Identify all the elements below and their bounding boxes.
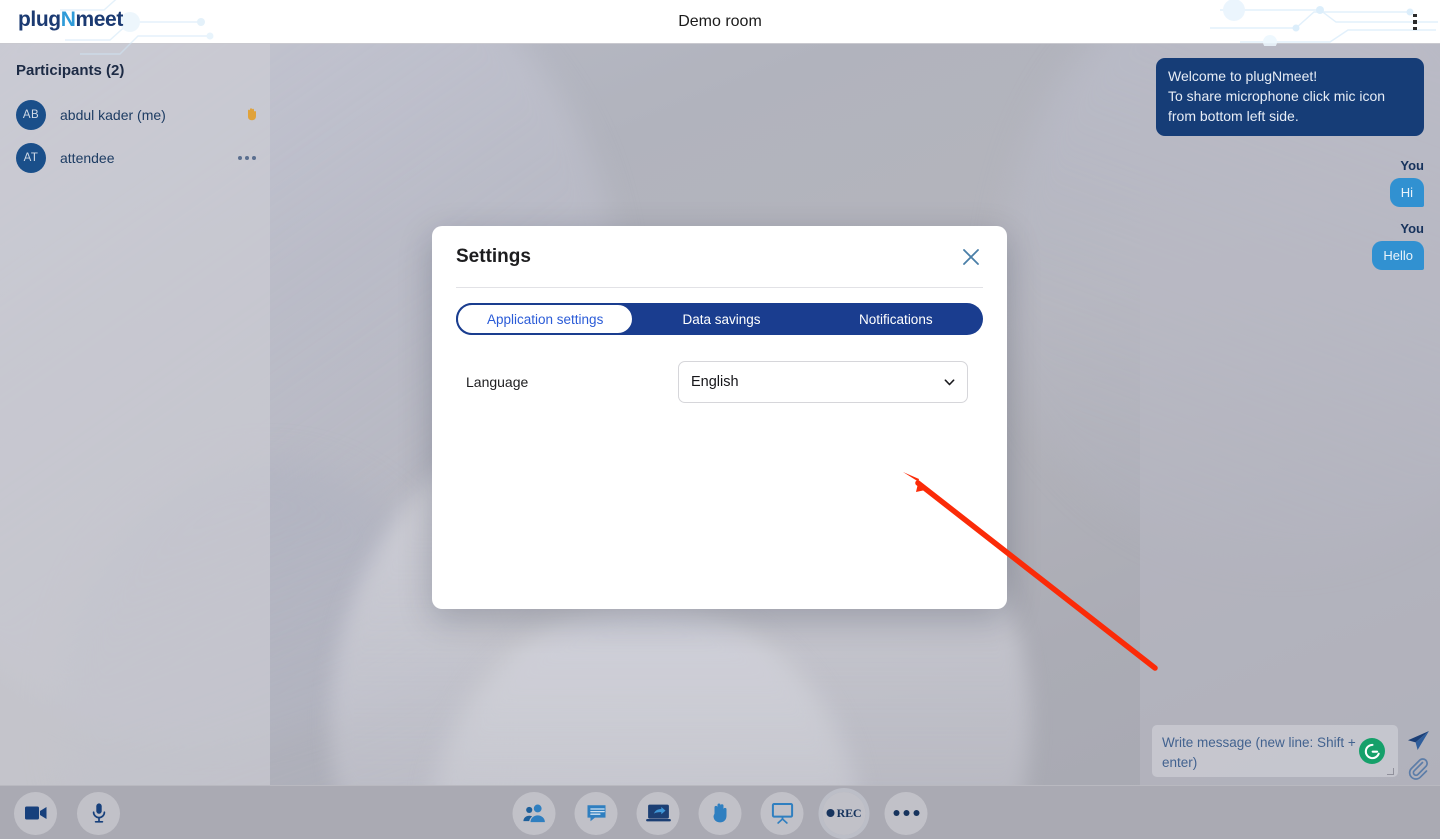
modal-title: Settings [456, 245, 531, 267]
bottom-toolbar: REC [0, 785, 1440, 839]
send-arrow-icon[interactable] [1404, 728, 1432, 754]
whiteboard-icon [771, 803, 793, 824]
screenshare-button[interactable] [636, 791, 680, 835]
dot [252, 155, 256, 160]
toolbar-center-group: REC [512, 786, 928, 839]
raise-hand-glyph [248, 107, 256, 120]
record-label: REC [836, 805, 862, 820]
tab-application-settings[interactable]: Application settings [456, 303, 635, 335]
language-select-wrapper: English [678, 361, 968, 403]
message-bubble: Hello [1372, 240, 1424, 270]
participant-actions [236, 150, 258, 166]
participant-row[interactable]: AT attendee [0, 136, 270, 179]
modal-header: Settings [456, 226, 983, 288]
tab-notifications[interactable]: Notifications [809, 303, 983, 335]
dot [1413, 20, 1417, 24]
record-button[interactable]: REC [822, 791, 866, 835]
language-row: Language English [466, 361, 983, 403]
participant-name: attendee [60, 149, 115, 166]
toolbar-left-group [14, 786, 120, 839]
whiteboard-button[interactable] [760, 791, 804, 835]
settings-modal: Settings Application settings Data savin… [432, 226, 1007, 609]
microphone-button[interactable] [77, 791, 120, 835]
chat-panel: Welcome to plugNmeet! To share microphon… [1140, 44, 1440, 785]
dot [893, 810, 899, 816]
language-label: Language [466, 374, 529, 390]
send-glyph [1408, 731, 1429, 750]
app-header: plugNmeet Demo room [0, 0, 1440, 55]
chat-message: You Hello [1156, 221, 1424, 270]
avatar: AT [16, 142, 46, 173]
dot [1413, 26, 1417, 31]
room-title: Demo room [678, 13, 762, 30]
more-button[interactable] [884, 791, 928, 835]
participants-list: AB abdul kader (me) AT attendee [0, 93, 270, 179]
participants-button[interactable] [512, 791, 556, 835]
record-label-group: REC [826, 805, 862, 821]
raise-hand-icon [713, 803, 726, 823]
video-camera-icon [24, 806, 46, 820]
chat-message: You Hi [1156, 158, 1424, 207]
paperclip-glyph [1408, 758, 1428, 780]
dot [903, 810, 909, 816]
grammarly-glyph [1364, 743, 1380, 759]
message-bubble: Hi [1389, 177, 1424, 207]
record-dot-icon [826, 809, 835, 817]
more-options-icon[interactable] [236, 150, 258, 166]
dot [245, 155, 249, 160]
avatar: AB [16, 99, 46, 130]
ellipsis-icon [893, 810, 919, 816]
chat-message-list: Welcome to plugNmeet! To share microphon… [1140, 44, 1440, 716]
vertical-dots-icon[interactable] [1402, 8, 1428, 36]
screen-share-icon [645, 804, 671, 822]
webcam-button[interactable] [14, 791, 57, 835]
dot [1413, 13, 1417, 18]
close-x-icon[interactable] [957, 243, 985, 271]
paperclip-icon[interactable] [1406, 756, 1430, 780]
language-select[interactable]: English [678, 361, 968, 403]
tab-data-savings[interactable]: Data savings [634, 303, 808, 335]
system-message: Welcome to plugNmeet! To share microphon… [1156, 58, 1424, 136]
participant-actions [245, 107, 258, 123]
chat-bubble-icon [587, 805, 605, 822]
grammarly-icon[interactable] [1359, 738, 1385, 764]
system-message-line: Welcome to plugNmeet! [1168, 68, 1318, 84]
system-message-line: from bottom left side. [1168, 107, 1299, 124]
chat-button[interactable] [574, 791, 618, 835]
participant-row[interactable]: AB abdul kader (me) [0, 93, 270, 136]
message-author: You [1400, 220, 1424, 236]
raise-hand-button[interactable] [698, 791, 742, 835]
participant-name: abdul kader (me) [60, 106, 166, 123]
settings-body: Language English [432, 335, 1007, 403]
message-author: You [1400, 157, 1424, 173]
dot [238, 155, 242, 160]
settings-tabs: Application settings Data savings Notifi… [456, 303, 983, 335]
users-icon [522, 804, 545, 823]
microphone-icon [92, 803, 105, 823]
chat-composer [1140, 716, 1440, 785]
close-glyph [963, 249, 979, 265]
textarea-resize-handle[interactable] [1387, 768, 1394, 775]
participants-panel: Participants (2) AB abdul kader (me) AT … [0, 44, 270, 785]
dot [913, 810, 919, 816]
raise-hand-icon [245, 107, 258, 123]
system-message-line: To share microphone click mic icon [1168, 87, 1386, 104]
participants-heading: Participants (2) [16, 62, 125, 79]
